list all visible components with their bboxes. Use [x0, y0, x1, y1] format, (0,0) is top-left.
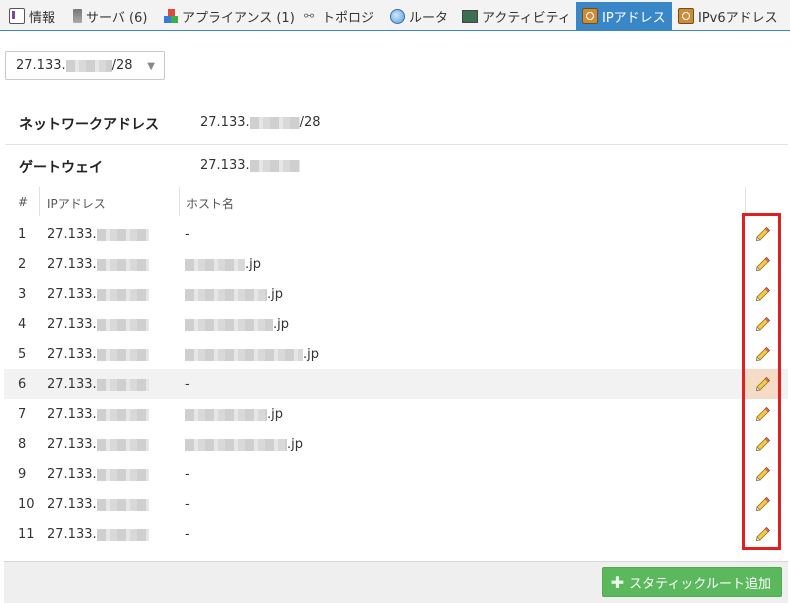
redacted-text: [96, 438, 149, 451]
tab-appliances[interactable]: アプライアンス (1): [164, 3, 295, 29]
row-ip-address: 27.133.: [47, 257, 149, 272]
redacted-text: [96, 288, 149, 301]
monitor-icon: [462, 9, 478, 23]
topology-icon: ⚯: [304, 9, 315, 23]
tab-bar: 情報 サーバ (6) アプライアンス (1) ⚯ トポロジ ルータ アクティビテ…: [0, 0, 790, 31]
add-static-route-button[interactable]: ✚ スタティックルート追加: [601, 567, 782, 597]
row-hostname: .jp: [185, 257, 261, 272]
table-row: 2 27.133. .jp: [4, 249, 788, 279]
table-row: 1 27.133. -: [4, 219, 788, 249]
row-number: 2: [18, 257, 27, 272]
table-row: 9 27.133. -: [4, 459, 788, 489]
row-number: 10: [18, 497, 35, 512]
column-divider: [39, 187, 40, 216]
row-number: 4: [18, 317, 27, 332]
row-number: 9: [18, 467, 27, 482]
row-hostname: .jp: [185, 287, 283, 302]
redacted-text: [96, 228, 149, 241]
row-number: 7: [18, 407, 27, 422]
row-ip-address: 27.133.: [47, 527, 149, 542]
row-number: 8: [18, 437, 27, 452]
row-ip-address: 27.133.: [47, 407, 149, 422]
row-hostname: -: [185, 467, 190, 482]
network-address-label: ネットワークアドレス: [19, 117, 159, 133]
row-hostname: .jp: [185, 407, 283, 422]
row-hostname: .jp: [185, 437, 303, 452]
table-row: 4 27.133. .jp: [4, 309, 788, 339]
row-number: 5: [18, 347, 27, 362]
redacted-text: [185, 408, 267, 421]
redacted-text: [249, 159, 300, 172]
column-header-hostname: ホスト名: [186, 197, 235, 211]
row-ip-address: 27.133.: [47, 467, 149, 482]
row-hostname: .jp: [185, 347, 319, 362]
row-hostname: -: [185, 377, 190, 392]
plus-icon: ✚: [610, 572, 625, 592]
row-hostname: -: [185, 527, 190, 542]
row-number: 3: [18, 287, 27, 302]
row-number: 11: [18, 527, 35, 542]
redacted-text: [185, 318, 273, 331]
footer-bar: ✚ スタティックルート追加: [4, 561, 788, 603]
tab-activity[interactable]: アクティビティ: [462, 3, 571, 29]
redacted-text: [185, 288, 267, 301]
row-hostname: -: [185, 497, 190, 512]
server-icon: [73, 9, 82, 23]
column-divider: [179, 187, 180, 216]
column-divider: [745, 187, 746, 216]
table-row: 7 27.133. .jp: [4, 399, 788, 429]
tab-topology[interactable]: ⚯ トポロジ: [304, 3, 374, 29]
row-ip-address: 27.133.: [47, 227, 149, 242]
redacted-text: [96, 468, 149, 481]
tab-ip-address[interactable]: IPアドレス: [576, 2, 672, 30]
tab-router[interactable]: ルータ: [390, 3, 448, 29]
tab-info[interactable]: 情報: [9, 3, 55, 29]
row-number: 6: [18, 377, 27, 392]
row-ip-address: 27.133.: [47, 377, 149, 392]
divider: [5, 144, 788, 145]
redacted-text: [96, 318, 149, 331]
globe-icon: [390, 8, 405, 24]
subnet-select[interactable]: 27.133. /28 ▼: [5, 51, 165, 80]
column-header-number: #: [18, 195, 29, 209]
redacted-text: [96, 498, 149, 511]
row-ip-address: 27.133.: [47, 347, 149, 362]
table-row: 3 27.133. .jp: [4, 279, 788, 309]
network-address-value: 27.133./28: [200, 115, 321, 130]
redacted-text: [185, 348, 303, 361]
redacted-text: [96, 528, 149, 541]
edit-column-highlight: [742, 213, 781, 550]
chevron-down-icon: ▼: [147, 61, 155, 72]
row-ip-address: 27.133.: [47, 437, 149, 452]
redacted-text: [96, 408, 149, 421]
row-ip-address: 27.133.: [47, 497, 149, 512]
row-hostname: -: [185, 227, 190, 242]
gateway-label: ゲートウェイ: [19, 160, 103, 176]
row-ip-address: 27.133.: [47, 287, 149, 302]
redacted-text: [249, 116, 300, 129]
gateway-value: 27.133.: [200, 158, 300, 173]
redacted-text: [96, 258, 149, 271]
info-icon: [9, 8, 25, 24]
row-ip-address: 27.133.: [47, 317, 149, 332]
row-number: 1: [18, 227, 27, 242]
row-hostname: .jp: [185, 317, 289, 332]
address-book-icon: [582, 8, 598, 24]
redacted-text: [65, 59, 112, 72]
address-book-icon: [678, 8, 694, 24]
table-row: 10 27.133. -: [4, 489, 788, 519]
table-header: # IPアドレス ホスト名: [0, 187, 790, 217]
table-row: 5 27.133. .jp: [4, 339, 788, 369]
redacted-text: [185, 438, 287, 451]
table-row: 11 27.133. -: [4, 519, 788, 549]
column-header-ip: IPアドレス: [47, 197, 106, 211]
table-row: 8 27.133. .jp: [4, 429, 788, 459]
appliance-icon: [164, 9, 178, 23]
tab-ipv6-address[interactable]: IPv6アドレス: [678, 3, 778, 29]
redacted-text: [96, 348, 149, 361]
redacted-text: [185, 258, 245, 271]
tab-servers[interactable]: サーバ (6): [73, 3, 147, 29]
redacted-text: [96, 378, 149, 391]
table-row: 6 27.133. -: [4, 369, 788, 399]
